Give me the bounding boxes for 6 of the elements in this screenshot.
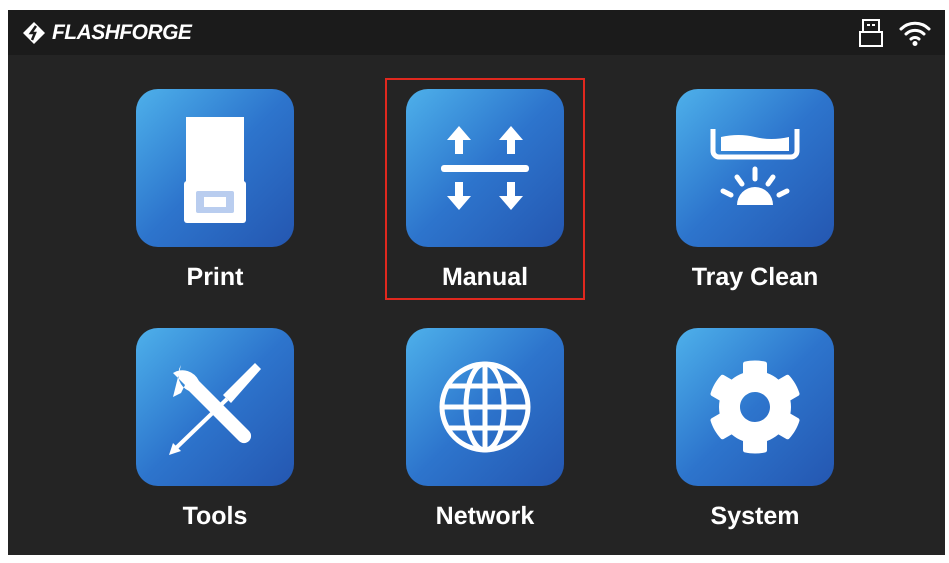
- wifi-icon: [899, 20, 931, 46]
- brand-name: FLASHFORGE: [52, 20, 192, 46]
- logo-icon: [22, 20, 46, 44]
- menu-tile[interactable]: Manual: [385, 78, 585, 300]
- usb-drive-icon: [859, 18, 883, 46]
- globe-icon: [438, 360, 532, 454]
